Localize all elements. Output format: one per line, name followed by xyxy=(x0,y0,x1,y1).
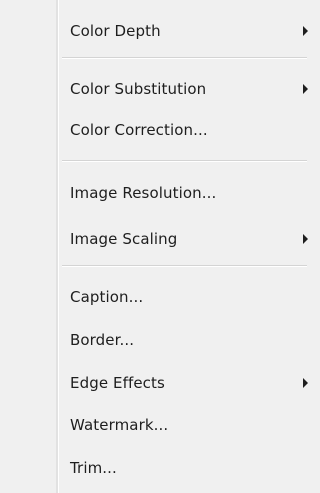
menu-item-color-correction[interactable]: Color Correction... xyxy=(58,110,307,150)
menu-item-color-substitution[interactable]: Color Substitution xyxy=(58,69,308,109)
menu-item-label: Image Resolution... xyxy=(70,184,217,202)
menu-separator xyxy=(62,160,307,162)
submenu-arrow-icon xyxy=(303,26,308,36)
menu-item-label: Color Depth xyxy=(70,22,161,40)
context-menu: Color Depth Color Substitution Color Cor… xyxy=(0,0,308,493)
menu-icon-gutter xyxy=(0,0,56,493)
menu-item-label: Watermark... xyxy=(70,416,169,434)
menu-item-label: Caption... xyxy=(70,288,144,306)
menu-separator xyxy=(62,57,307,59)
menu-item-caption[interactable]: Caption... xyxy=(58,277,307,317)
menu-item-label: Border... xyxy=(70,331,135,349)
menu-item-trim[interactable]: Trim... xyxy=(58,448,307,488)
menu-item-label: Color Correction... xyxy=(70,121,208,139)
menu-item-label: Edge Effects xyxy=(70,374,165,392)
menu-item-edge-effects[interactable]: Edge Effects xyxy=(58,363,308,403)
menu-item-image-resolution[interactable]: Image Resolution... xyxy=(58,173,307,213)
menu-item-border[interactable]: Border... xyxy=(58,320,307,360)
menu-item-color-depth[interactable]: Color Depth xyxy=(58,11,308,51)
submenu-arrow-icon xyxy=(303,234,308,244)
submenu-arrow-icon xyxy=(303,378,308,388)
submenu-arrow-icon xyxy=(303,84,308,94)
menu-item-label: Image Scaling xyxy=(70,230,178,248)
menu-item-label: Trim... xyxy=(70,459,117,477)
menu-item-image-scaling[interactable]: Image Scaling xyxy=(58,219,308,259)
menu-separator xyxy=(62,265,307,267)
menu-item-label: Color Substitution xyxy=(70,80,207,98)
menu-item-watermark[interactable]: Watermark... xyxy=(58,405,307,445)
